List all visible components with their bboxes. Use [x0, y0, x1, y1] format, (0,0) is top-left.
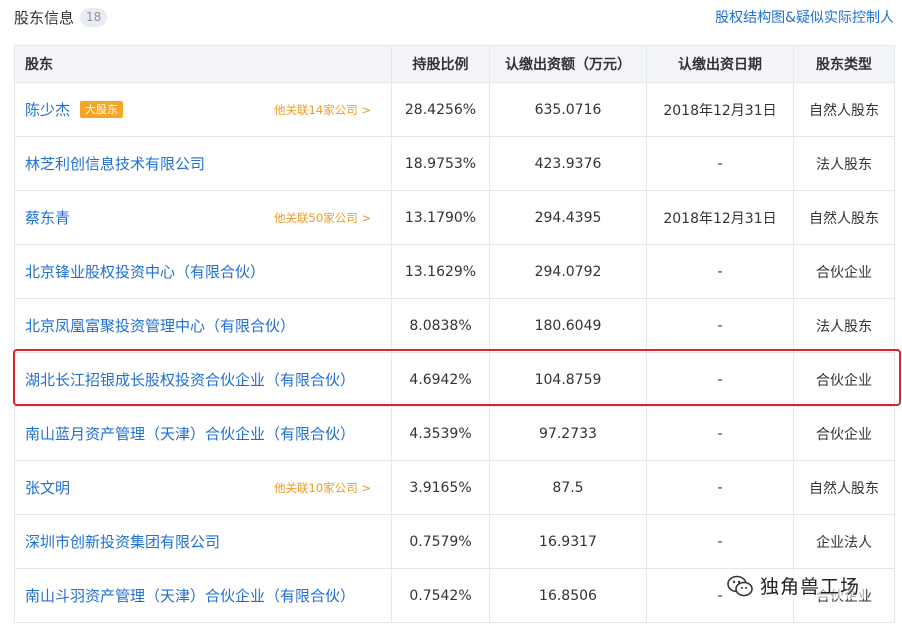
shareholder-name-link[interactable]: 南山蓝月资产管理（天津）合伙企业（有限合伙） — [25, 425, 355, 443]
wechat-icon — [727, 575, 753, 596]
amount-cell: 635.0716 — [489, 82, 647, 137]
date-cell: - — [646, 298, 794, 353]
type-cell: 法人股东 — [793, 136, 895, 191]
shareholder-name-link[interactable]: 深圳市创新投资集团有限公司 — [25, 533, 220, 551]
table-row: 北京锋业股权投资中心（有限合伙） 13.1629% 294.0792- 合伙企业 — [14, 244, 895, 299]
column-header-shareholder: 股东 — [14, 45, 392, 83]
shareholder-name-link[interactable]: 北京锋业股权投资中心（有限合伙） — [25, 263, 265, 281]
type-cell: 合伙企业 — [793, 244, 895, 299]
type-cell: 法人股东 — [793, 298, 895, 353]
date-cell: - — [646, 352, 794, 407]
shareholder-cell: 陈少杰 大股东 他关联14家公司 > — [14, 82, 392, 137]
shareholder-name-link[interactable]: 陈少杰 — [25, 101, 70, 119]
amount-cell: 294.4395 — [489, 190, 647, 245]
shareholder-cell: 蔡东青 他关联50家公司 > — [14, 190, 392, 245]
shareholder-cell: 林芝利创信息技术有限公司 — [14, 136, 392, 191]
shareholder-name-link[interactable]: 南山斗羽资产管理（天津）合伙企业（有限合伙） — [25, 587, 355, 605]
shareholder-name-link[interactable]: 湖北长江招银成长股权投资合伙企业（有限合伙） — [25, 371, 355, 389]
date-cell: 2018年12月31日 — [646, 82, 794, 137]
amount-cell: 180.6049 — [489, 298, 647, 353]
equity-structure-link[interactable]: 股权结构图&疑似实际控制人 — [715, 7, 894, 27]
major-shareholder-badge: 大股东 — [80, 101, 124, 118]
ratio-cell: 8.0838% — [391, 298, 490, 353]
table-row: 湖北长江招银成长股权投资合伙企业（有限合伙） 4.6942% 104.8759- 合伙… — [14, 352, 895, 407]
column-header-amount: 认缴出资额（万元） — [489, 45, 647, 83]
shareholder-cell: 北京凤凰富聚投资管理中心（有限合伙） — [14, 298, 392, 353]
amount-cell: 16.9317 — [489, 514, 647, 569]
type-cell: 企业法人 — [793, 514, 895, 569]
table-row: 南山蓝月资产管理（天津）合伙企业（有限合伙） 4.3539% 97.2733- 合伙企… — [14, 406, 895, 461]
shareholder-header: 股东信息 18 股权结构图&疑似实际控制人 — [14, 0, 894, 36]
table-row: 深圳市创新投资集团有限公司 0.7579% 16.9317- 企业法人 — [14, 514, 895, 569]
count-badge: 18 — [80, 8, 108, 27]
type-cell: 合伙企业 — [793, 352, 895, 407]
shareholder-name-link[interactable]: 张文明 — [25, 479, 70, 497]
date-cell: 2018年12月31日 — [646, 190, 794, 245]
ratio-cell: 4.6942% — [391, 352, 490, 407]
table-row: 陈少杰 大股东 他关联14家公司 > 28.4256% 635.0716 2018年12月… — [14, 82, 895, 137]
date-cell: - — [646, 460, 794, 515]
amount-cell: 423.9376 — [489, 136, 647, 191]
column-header-date: 认缴出资日期 — [646, 45, 794, 83]
type-cell: 自然人股东 — [793, 190, 895, 245]
section-title: 股东信息 — [14, 9, 75, 27]
ratio-cell: 13.1629% — [391, 244, 490, 299]
shareholder-name-link[interactable]: 林芝利创信息技术有限公司 — [25, 155, 205, 173]
watermark-text: 独角兽工场 — [760, 576, 861, 598]
amount-cell: 87.5 — [489, 460, 647, 515]
shareholder-cell: 北京锋业股权投资中心（有限合伙） — [14, 244, 392, 299]
table-row: 蔡东青 他关联50家公司 > 13.1790% 294.4395 2018年12月31日… — [14, 190, 895, 245]
table-row: 张文明 他关联10家公司 > 3.9165% 87.5- 自然人股东 — [14, 460, 895, 515]
type-cell: 合伙企业 — [793, 406, 895, 461]
related-companies-link[interactable]: 他关联50家公司 > — [274, 210, 371, 226]
shareholder-cell: 张文明 他关联10家公司 > — [14, 460, 392, 515]
shareholder-cell: 深圳市创新投资集团有限公司 — [14, 514, 392, 569]
ratio-cell: 13.1790% — [391, 190, 490, 245]
related-companies-link[interactable]: 他关联10家公司 > — [274, 480, 371, 496]
date-cell: - — [646, 406, 794, 461]
column-header-ratio: 持股比例 — [391, 45, 490, 83]
date-cell: - — [646, 244, 794, 299]
type-cell: 自然人股东 — [793, 460, 895, 515]
watermark: 独角兽工场 — [722, 572, 865, 599]
column-header-type: 股东类型 — [793, 45, 895, 83]
shareholder-name-link[interactable]: 北京凤凰富聚投资管理中心（有限合伙） — [25, 317, 295, 335]
ratio-cell: 0.7542% — [391, 568, 490, 623]
shareholder-table: 股东 持股比例 认缴出资额（万元） 认缴出资日期 股东类型 陈少杰 大股东他关联1… — [14, 45, 895, 623]
ratio-cell: 3.9165% — [391, 460, 490, 515]
date-cell: - — [646, 514, 794, 569]
shareholder-cell: 湖北长江招银成长股权投资合伙企业（有限合伙） — [14, 352, 392, 407]
amount-cell: 16.8506 — [489, 568, 647, 623]
amount-cell: 97.2733 — [489, 406, 647, 461]
date-cell: - — [646, 136, 794, 191]
related-companies-link[interactable]: 他关联14家公司 > — [274, 102, 371, 118]
shareholder-cell: 南山斗羽资产管理（天津）合伙企业（有限合伙） — [14, 568, 392, 623]
ratio-cell: 4.3539% — [391, 406, 490, 461]
amount-cell: 294.0792 — [489, 244, 647, 299]
ratio-cell: 18.9753% — [391, 136, 490, 191]
shareholder-cell: 南山蓝月资产管理（天津）合伙企业（有限合伙） — [14, 406, 392, 461]
table-header-row: 股东 持股比例 认缴出资额（万元） 认缴出资日期 股东类型 — [14, 45, 895, 83]
ratio-cell: 0.7579% — [391, 514, 490, 569]
type-cell: 自然人股东 — [793, 82, 895, 137]
table-row: 林芝利创信息技术有限公司 18.9753% 423.9376- 法人股东 — [14, 136, 895, 191]
ratio-cell: 28.4256% — [391, 82, 490, 137]
shareholder-name-link[interactable]: 蔡东青 — [25, 209, 70, 227]
table-row: 北京凤凰富聚投资管理中心（有限合伙） 8.0838% 180.6049- 法人股东 — [14, 298, 895, 353]
amount-cell: 104.8759 — [489, 352, 647, 407]
